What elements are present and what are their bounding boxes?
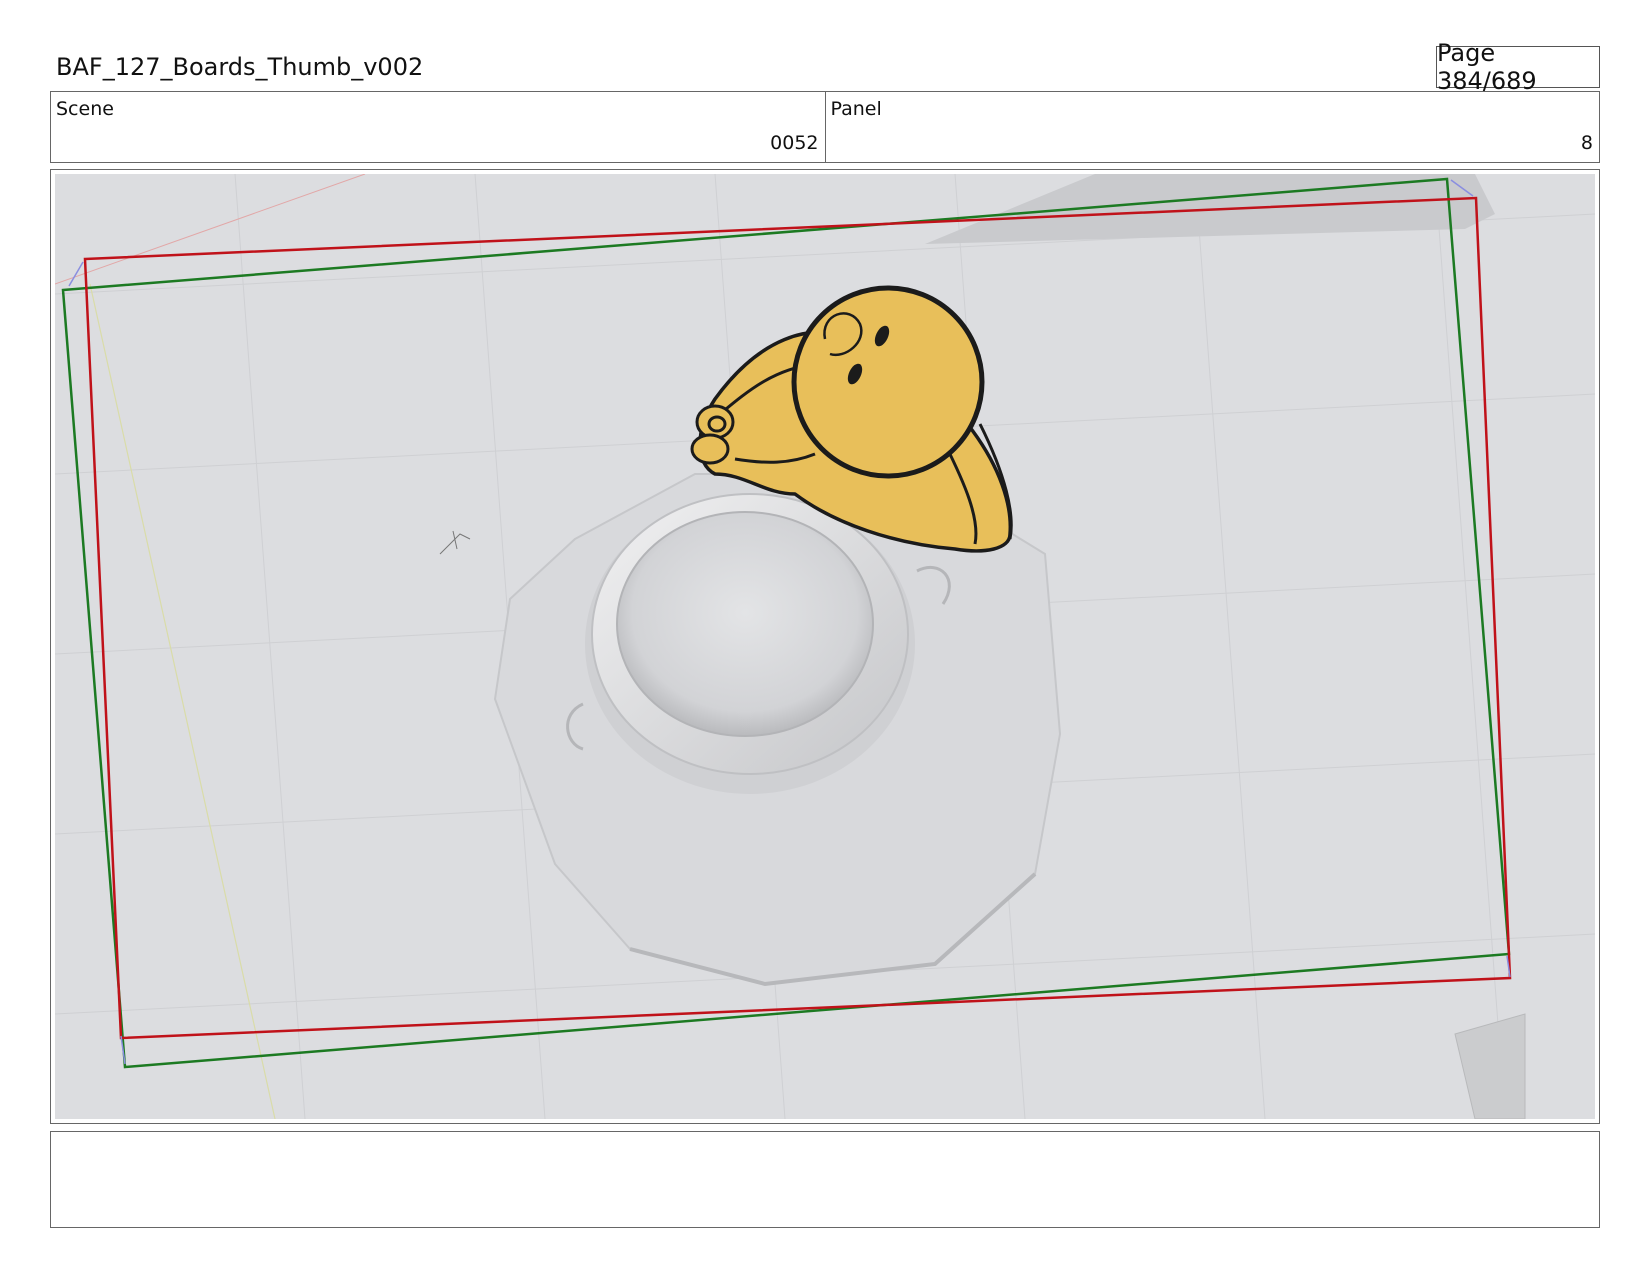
scene-number: 0052 (770, 132, 819, 154)
scene-cell: Scene 0052 (51, 92, 825, 162)
panel-number: 8 (1580, 132, 1593, 154)
character-head (791, 285, 985, 479)
page-number-box: Page 384/689 (1436, 39, 1600, 95)
storyboard-image (55, 174, 1595, 1119)
panel-cell: Panel 8 (824, 92, 1600, 162)
document-title: BAF_127_Boards_Thumb_v002 (56, 53, 424, 81)
panel-label: Panel (830, 98, 882, 120)
pot-opening (616, 511, 874, 737)
scene-panel-info-row: Scene 0052 Panel 8 (50, 91, 1600, 163)
notes-box (50, 1131, 1600, 1228)
storyboard-frame (50, 169, 1600, 1124)
scene-label: Scene (56, 98, 114, 120)
